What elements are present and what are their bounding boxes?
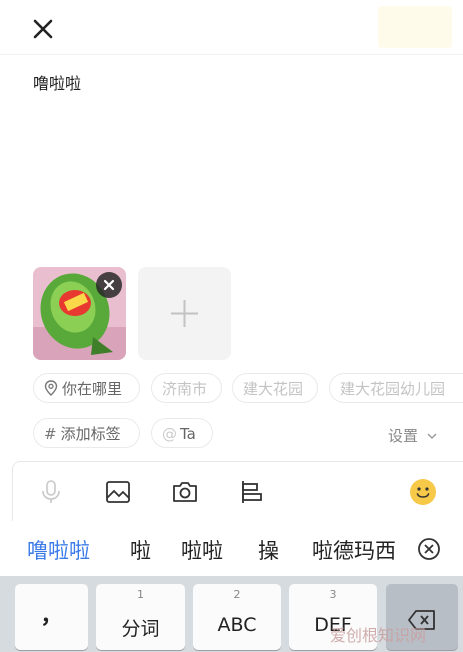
key-number: 2 [233, 588, 241, 601]
mention-chip[interactable]: @ Ta [151, 418, 213, 448]
add-tag-label: 添加标签 [60, 425, 121, 443]
key-comma[interactable]: ， [15, 584, 88, 650]
remove-photo-button[interactable] [96, 272, 122, 298]
key-label: ABC [217, 614, 257, 636]
key-number: 3 [329, 588, 337, 601]
location-label: 你在哪里 [62, 380, 123, 398]
ime-candidate-bar: 噜啦啦 啦 啦啦 操 啦德玛西 [0, 523, 463, 575]
ime-candidate[interactable]: 啦 [130, 535, 151, 565]
ime-candidate[interactable]: 噜啦啦 [27, 535, 90, 565]
close-icon [33, 19, 53, 39]
key-label: ， [40, 604, 63, 629]
add-tag-chip[interactable]: # 添加标签 [33, 418, 140, 448]
key-1-fenci[interactable]: 1 分词 [96, 584, 185, 650]
emoji-icon[interactable] [409, 478, 437, 506]
watermark: 爱创根知识网 [330, 626, 427, 645]
chevron-down-icon [427, 433, 437, 439]
close-icon [103, 279, 115, 291]
location-suggestion-chip[interactable]: 建大花园幼儿园 [329, 373, 463, 403]
key-number: 1 [137, 588, 144, 601]
camera-icon[interactable] [171, 478, 199, 506]
location-pin-icon [44, 380, 58, 396]
publish-button[interactable] [378, 6, 452, 48]
ime-candidate[interactable]: 操 [258, 535, 279, 565]
image-icon[interactable] [104, 478, 132, 506]
microphone-icon[interactable] [37, 478, 65, 506]
settings-dropdown[interactable]: 设置 [388, 425, 438, 446]
key-label: 分词 [121, 618, 160, 640]
add-photo-button[interactable] [138, 267, 231, 360]
post-text-input[interactable]: 噜啦啦 [33, 70, 81, 94]
key-2-abc[interactable]: 2 ABC [193, 584, 281, 650]
location-suggestion-chip[interactable]: 建大花园 [232, 373, 318, 403]
close-candidates-icon[interactable] [417, 537, 441, 561]
compose-toolbar [12, 461, 463, 521]
settings-label: 设置 [388, 427, 419, 445]
location-suggestion-chip[interactable]: 济南市 [151, 373, 222, 403]
ime-candidate[interactable]: 啦啦 [181, 535, 223, 565]
at-icon: @ [162, 425, 177, 443]
ime-candidate[interactable]: 啦德玛西 [312, 535, 402, 565]
hash-icon: # [44, 425, 57, 443]
mention-label: Ta [180, 425, 196, 443]
close-button[interactable] [28, 14, 58, 44]
poll-icon[interactable] [238, 478, 266, 506]
location-chip[interactable]: 你在哪里 [33, 373, 140, 403]
plus-icon [171, 300, 198, 327]
